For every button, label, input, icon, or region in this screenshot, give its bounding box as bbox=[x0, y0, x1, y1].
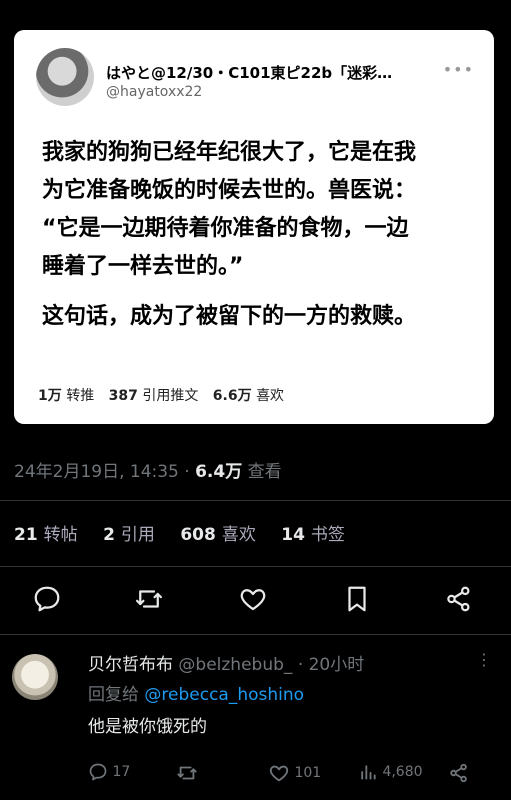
reply-like-action[interactable]: 101 bbox=[268, 762, 321, 784]
reply-icon bbox=[88, 762, 108, 782]
quoted-quotes-label: 引用推文 bbox=[142, 388, 199, 404]
quoted-likes-value: 6.6万 bbox=[212, 388, 252, 404]
reply-to-handle[interactable]: @rebecca_hoshino bbox=[144, 685, 304, 705]
views-label: 查看 bbox=[247, 462, 282, 482]
reply-repost-action[interactable] bbox=[176, 762, 198, 784]
reply-avatar[interactable] bbox=[12, 654, 58, 700]
divider bbox=[0, 634, 511, 635]
reply-to-prefix: 回复给 bbox=[88, 685, 139, 705]
quoted-text: 我家的狗狗已经年纪很大了，它是在我 为它准备晚饭的时候去世的。兽医说： “它是一… bbox=[42, 134, 482, 336]
bookmarks-count[interactable]: 14 bbox=[281, 525, 305, 545]
likes-count[interactable]: 608 bbox=[180, 525, 216, 545]
likes-label[interactable]: 喜欢 bbox=[222, 525, 256, 545]
reply-text: 他是被你饿死的 bbox=[88, 717, 207, 737]
quoted-stats: 1万 转推 387 引用推文 6.6万 喜欢 bbox=[38, 385, 294, 405]
quoted-line: 睡着了一样去世的。” bbox=[42, 254, 244, 279]
repost-icon[interactable] bbox=[134, 584, 164, 614]
like-icon bbox=[268, 762, 290, 784]
more-icon: ••• bbox=[442, 60, 474, 79]
share-icon[interactable] bbox=[444, 584, 474, 614]
reply-share-action[interactable] bbox=[448, 762, 470, 784]
divider bbox=[0, 566, 511, 567]
quotes-count[interactable]: 2 bbox=[103, 525, 115, 545]
repost-icon bbox=[176, 762, 198, 784]
post-timestamp: 24年2月19日, 14:35 · 6.4万 查看 bbox=[14, 457, 282, 482]
like-icon[interactable] bbox=[238, 584, 268, 614]
bookmarks-label: 书签 bbox=[310, 525, 345, 545]
post-date: 24年2月19日, 14:35 · bbox=[14, 462, 190, 482]
quoted-handle: @hayatoxx22 bbox=[106, 84, 203, 100]
quoted-retweets-label: 转推 bbox=[66, 388, 95, 404]
views-icon bbox=[358, 762, 378, 782]
reply-views-action[interactable]: 4,680 bbox=[358, 762, 423, 782]
reply-author: 贝尔哲布布 @belzhebub_ · 20小时 bbox=[88, 650, 364, 675]
reply-time: · 20小时 bbox=[297, 655, 365, 675]
reply-reply-action[interactable]: 17 bbox=[88, 762, 130, 782]
divider bbox=[0, 500, 511, 501]
quoted-line: 我家的狗狗已经年纪很大了，它是在我 bbox=[42, 140, 417, 165]
quoted-quotes-value: 387 bbox=[108, 388, 138, 404]
views-value: 6.4万 bbox=[195, 462, 243, 482]
like-count: 101 bbox=[294, 765, 322, 781]
quoted-line: “它是一边期待着你准备的食物，一边 bbox=[42, 216, 409, 241]
quoted-retweets-value: 1万 bbox=[38, 388, 62, 404]
engagement-counts: 21 转帖 2 引用 608 喜欢 14 书签 bbox=[14, 520, 365, 545]
action-bar bbox=[0, 584, 511, 614]
quoted-closing-line: 这句话，成为了被留下的一方的救赎。 bbox=[42, 304, 417, 329]
reposts-label[interactable]: 转帖 bbox=[44, 525, 78, 545]
reply-display-name[interactable]: 贝尔哲布布 bbox=[88, 655, 173, 675]
reply-icon[interactable] bbox=[32, 584, 62, 614]
reply-count: 17 bbox=[112, 764, 131, 780]
share-icon bbox=[448, 762, 470, 784]
view-count: 4,680 bbox=[382, 764, 423, 780]
quoted-likes-label: 喜欢 bbox=[256, 388, 285, 404]
quotes-label[interactable]: 引用 bbox=[121, 525, 155, 545]
bookmark-icon[interactable] bbox=[342, 584, 372, 614]
quoted-tweet-card[interactable]: はやと@12/30・C101東ピ22b「迷彩… @hayatoxx22 ••• … bbox=[14, 30, 494, 424]
reply-handle[interactable]: @belzhebub_ bbox=[178, 655, 292, 675]
quoted-display-name: はやと@12/30・C101東ピ22b「迷彩… bbox=[106, 64, 393, 82]
reposts-count[interactable]: 21 bbox=[14, 525, 38, 545]
quoted-line: 为它准备晚饭的时候去世的。兽医说： bbox=[42, 178, 417, 203]
reply-to: 回复给 @rebecca_hoshino bbox=[88, 680, 304, 705]
more-icon[interactable]: ⋮ bbox=[476, 650, 492, 669]
quoted-avatar bbox=[36, 48, 94, 106]
